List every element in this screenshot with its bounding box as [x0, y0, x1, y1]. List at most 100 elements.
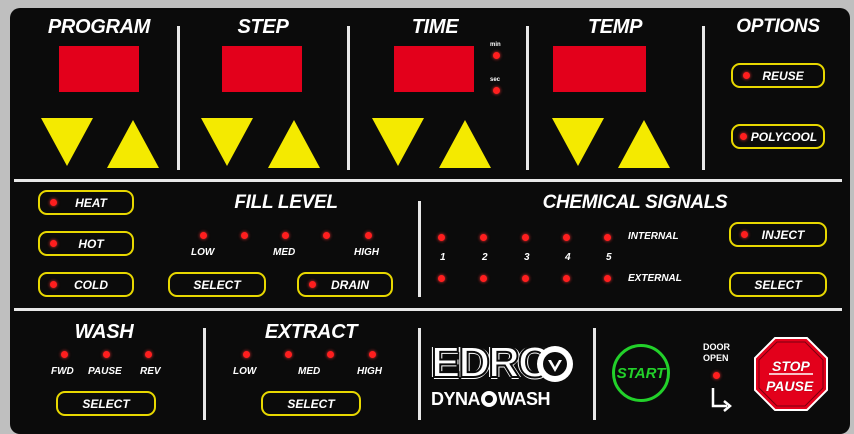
polycool-led: [740, 133, 747, 140]
fill-high-label: HIGH: [354, 247, 379, 258]
inject-led: [741, 231, 748, 238]
wash-label: WASH: [74, 321, 134, 343]
time-down-arrow-icon[interactable]: [372, 118, 424, 166]
logo-sub: DYNA WASH: [431, 389, 551, 410]
time-label: TIME: [411, 16, 459, 38]
chem-external-led-3: [522, 275, 529, 282]
door-open-led: [713, 372, 720, 379]
extract-low-label: LOW: [233, 366, 257, 377]
cold-button[interactable]: COLD: [38, 272, 134, 297]
divider: [203, 328, 206, 420]
chem-number-3: 3: [524, 252, 530, 263]
chem-select-button[interactable]: SELECT: [729, 272, 827, 297]
chem-external-led-5: [604, 275, 611, 282]
chem-internal-led-2: [480, 234, 487, 241]
chemical-signals-label: CHEMICAL SIGNALS: [542, 192, 728, 213]
start-label: START: [616, 364, 666, 382]
chem-number-1: 1: [440, 252, 446, 263]
extract-med-label: MED: [298, 366, 321, 377]
logo-sub-wash: WASH: [498, 389, 551, 409]
extract-low-led: [243, 351, 250, 358]
time-up-arrow-icon[interactable]: [439, 120, 491, 168]
start-button[interactable]: START: [612, 344, 670, 402]
chem-internal-led-1: [438, 234, 445, 241]
fill-select-label: SELECT: [193, 277, 241, 292]
chem-internal-led-5: [604, 234, 611, 241]
wash-pause-label: PAUSE: [88, 366, 122, 377]
polycool-button[interactable]: POLYCOOL: [731, 124, 825, 149]
logo-dot-icon: [481, 391, 498, 407]
step-label: STEP: [237, 16, 289, 38]
chem-internal-led-3: [522, 234, 529, 241]
extract-high-label: HIGH: [357, 366, 382, 377]
logo-emblem-icon: [537, 346, 573, 382]
logo-brand: EDRO: [430, 338, 553, 387]
temp-up-arrow-icon[interactable]: [618, 120, 670, 168]
door-arrow-icon: [711, 388, 732, 412]
extract-led-2: [285, 351, 292, 358]
divider: [14, 179, 842, 182]
chem-number-2: 2: [482, 252, 488, 263]
program-down-arrow-icon[interactable]: [41, 118, 93, 166]
chem-external-led-1: [438, 275, 445, 282]
hot-button-label: HOT: [78, 236, 104, 251]
chem-external-label: EXTERNAL: [628, 273, 682, 284]
drain-button-label: DRAIN: [331, 277, 369, 292]
step-display: [222, 46, 302, 92]
wash-select-button[interactable]: SELECT: [56, 391, 156, 416]
fill-led-2: [241, 232, 248, 239]
temp-display: [553, 46, 646, 92]
divider: [593, 328, 596, 420]
drain-led: [309, 281, 316, 288]
heat-button-label: HEAT: [75, 195, 107, 210]
divider: [418, 328, 421, 420]
door-open-label-2: OPEN: [703, 353, 729, 363]
stop-pause-button[interactable]: [753, 336, 829, 412]
time-min-label: min: [490, 42, 501, 48]
divider: [702, 26, 705, 170]
step-down-arrow-icon[interactable]: [201, 118, 253, 166]
step-up-arrow-icon[interactable]: [268, 120, 320, 168]
hot-led: [50, 240, 57, 247]
fill-select-button[interactable]: SELECT: [168, 272, 266, 297]
drain-button[interactable]: DRAIN: [297, 272, 393, 297]
extract-med-led: [327, 351, 334, 358]
logo-sub-dyna: DYNA: [431, 389, 481, 409]
hot-button[interactable]: HOT: [38, 231, 134, 256]
divider: [177, 26, 180, 170]
options-label: OPTIONS: [736, 16, 820, 37]
wash-fwd-label: FWD: [51, 366, 74, 377]
heat-button[interactable]: HEAT: [38, 190, 134, 215]
wash-rev-led: [145, 351, 152, 358]
program-display: [59, 46, 139, 92]
fill-high-led: [365, 232, 372, 239]
divider: [418, 201, 421, 297]
wash-rev-label: REV: [140, 366, 161, 377]
chem-internal-led-4: [563, 234, 570, 241]
program-up-arrow-icon[interactable]: [107, 120, 159, 168]
extract-label: EXTRACT: [264, 321, 358, 343]
inject-button[interactable]: INJECT: [729, 222, 827, 247]
fill-level-label: FILL LEVEL: [234, 192, 338, 213]
fill-low-led: [200, 232, 207, 239]
fill-med-label: MED: [273, 247, 296, 258]
time-display: [394, 46, 474, 92]
divider: [347, 26, 350, 170]
extract-select-button[interactable]: SELECT: [261, 391, 361, 416]
chem-internal-label: INTERNAL: [628, 231, 679, 242]
inject-button-label: INJECT: [761, 227, 805, 242]
chem-external-led-4: [563, 275, 570, 282]
wash-select-label: SELECT: [82, 396, 130, 411]
polycool-button-label: POLYCOOL: [750, 129, 818, 144]
reuse-button[interactable]: REUSE: [731, 63, 825, 88]
temp-label: TEMP: [587, 16, 643, 38]
temp-down-arrow-icon[interactable]: [552, 118, 604, 166]
fill-led-4: [323, 232, 330, 239]
stop-label: STOP: [772, 358, 810, 374]
door-open-label-1: DOOR: [703, 342, 730, 352]
divider: [14, 308, 842, 311]
heat-led: [50, 199, 57, 206]
fill-low-label: LOW: [191, 247, 215, 258]
extract-high-led: [369, 351, 376, 358]
chem-number-5: 5: [606, 252, 612, 263]
